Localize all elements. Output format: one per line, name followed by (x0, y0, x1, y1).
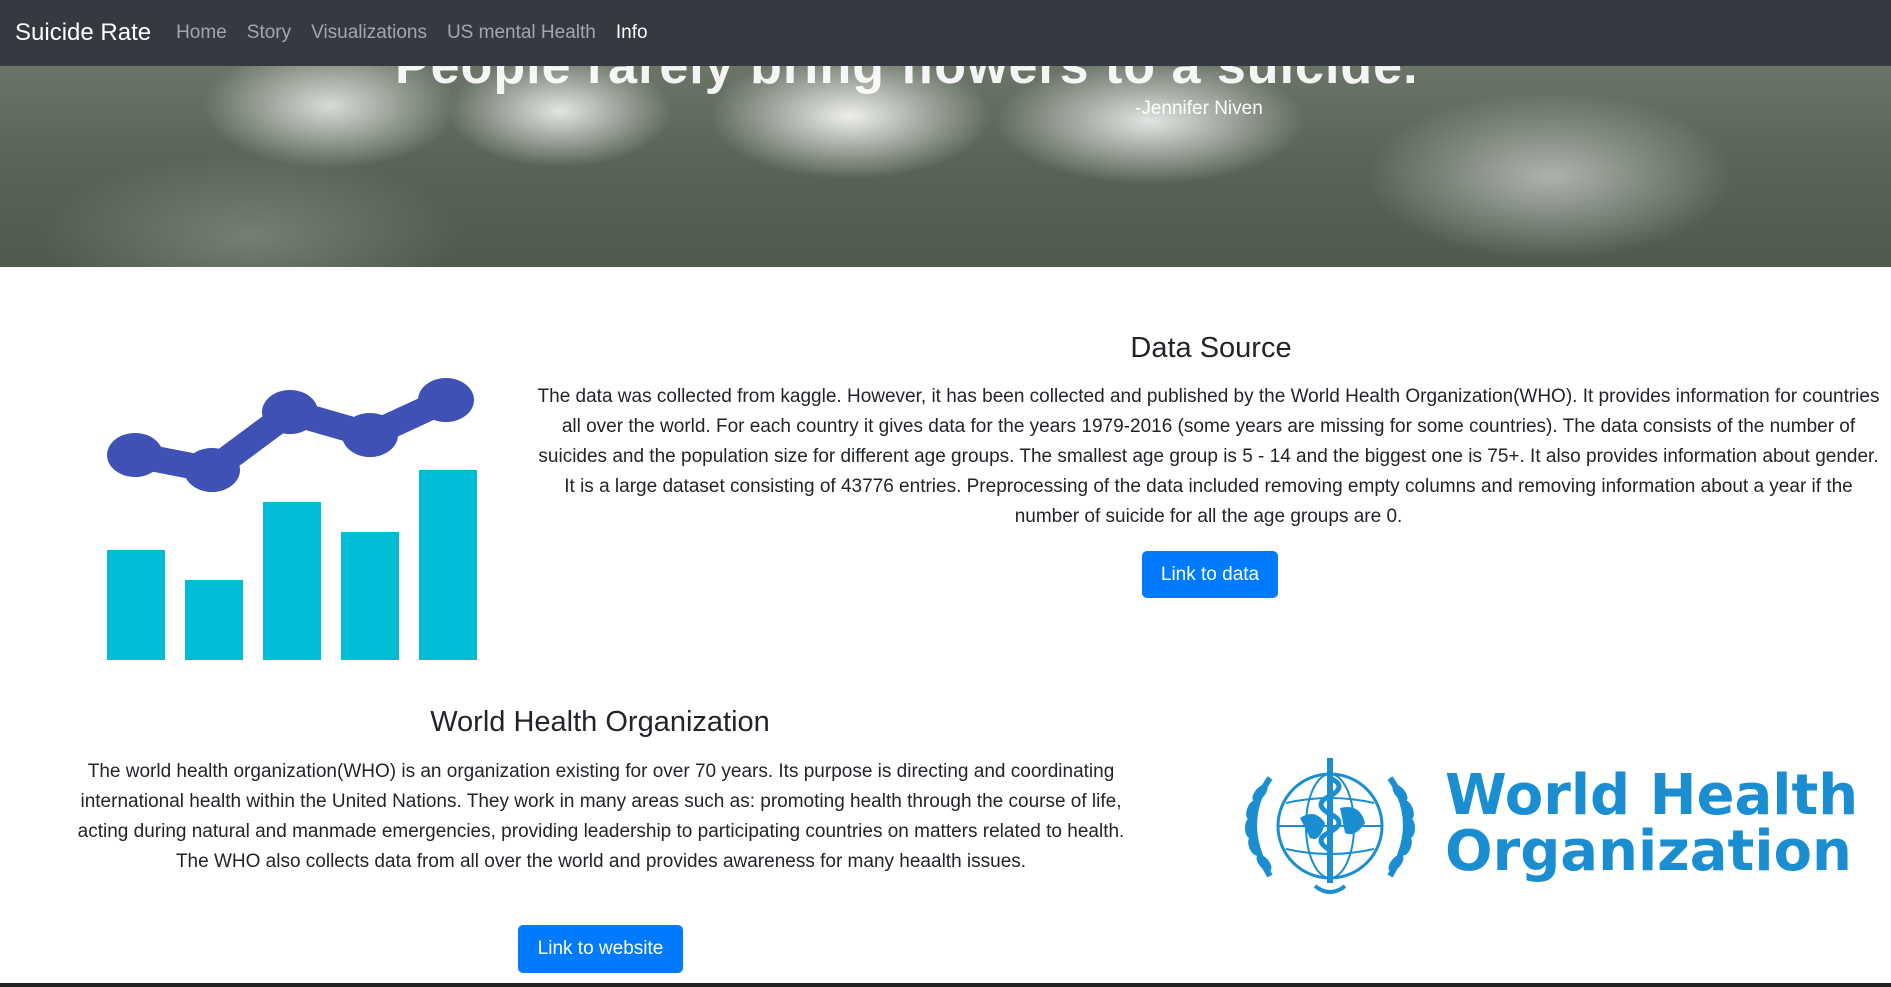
chart-icon-bar-3 (263, 502, 321, 660)
chart-icon-bar-1 (107, 550, 165, 660)
who-logo-line-2: Organization (1445, 819, 1852, 884)
navbar-brand[interactable]: Suicide Rate (15, 19, 151, 47)
nav-link-info[interactable]: Info (606, 22, 658, 44)
page: Suicide Rate Home Story Visualizations U… (0, 0, 1891, 987)
bottom-divider (0, 983, 1891, 987)
nav-link-visualizations[interactable]: Visualizations (301, 22, 437, 44)
chart-icon-bar-4 (341, 532, 399, 660)
chart-icon-point (184, 448, 240, 492)
link-to-data-button[interactable]: Link to data (1142, 551, 1278, 598)
chart-icon-point (418, 378, 474, 422)
who-description: The world health organization(WHO) is an… (77, 761, 1125, 872)
chart-icon-point (262, 390, 318, 434)
nav-link-home[interactable]: Home (166, 22, 237, 44)
chart-icon-bar-2 (185, 580, 243, 660)
hero-quote-author: -Jennifer Niven (1135, 98, 1263, 119)
hero-banner: People rarely bring flowers to a suicide… (0, 66, 1891, 267)
nav-link-story[interactable]: Story (237, 22, 301, 44)
navbar: Suicide Rate Home Story Visualizations U… (0, 0, 1891, 66)
chart-icon (107, 378, 477, 660)
who-title: World Health Organization (430, 706, 770, 738)
who-emblem-icon (1245, 758, 1415, 894)
chart-icon-point (342, 413, 398, 457)
who-logo: World Health Organization (1230, 748, 1858, 898)
who-logo-text: World Health Organization (1445, 768, 1858, 880)
chart-icon-point (107, 433, 163, 477)
who-logo-line-1: World Health (1445, 763, 1859, 828)
data-source-title: Data Source (1130, 332, 1292, 364)
data-source-description: The data was collected from kaggle. Howe… (537, 386, 1880, 527)
hero-quote: People rarely bring flowers to a suicide… (395, 66, 1419, 95)
nav-link-us-mental-health[interactable]: US mental Health (437, 22, 606, 44)
link-to-website-button[interactable]: Link to website (518, 925, 683, 973)
nav-list: Home Story Visualizations US mental Heal… (166, 22, 657, 44)
chart-icon-bar-5 (419, 470, 477, 660)
